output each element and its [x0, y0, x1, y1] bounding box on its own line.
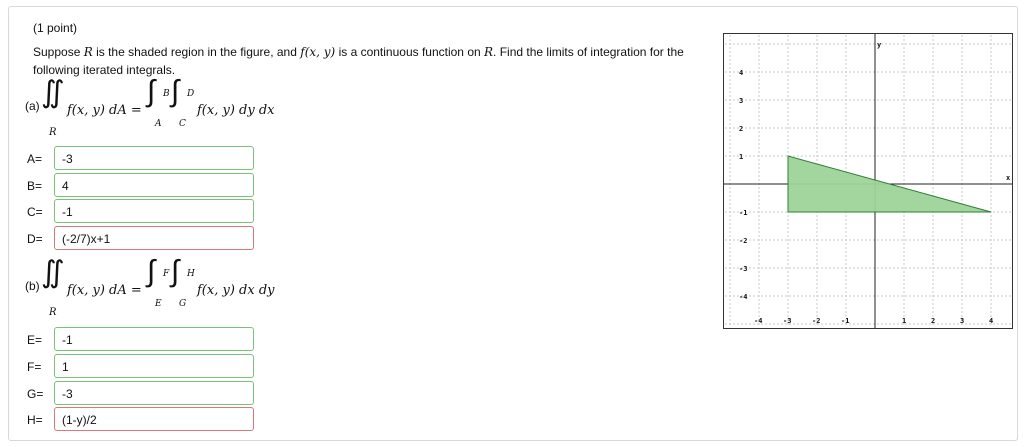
x-tick-label: 3	[960, 317, 964, 325]
inner-lower-limit: G	[179, 299, 187, 309]
label-F: F=	[27, 360, 42, 374]
label-G: G=	[27, 387, 44, 401]
part-a-label: (a)	[25, 99, 40, 113]
region-graph: -4 -3 -2 -1 1 2 3 44321-1-2-3-4 x y	[723, 33, 1013, 329]
answer-field-A[interactable]: -3	[54, 146, 254, 170]
part-b-label: (b)	[25, 279, 40, 293]
integrand: f(x, y) dx dy	[197, 283, 275, 298]
y-tick-label: -3	[739, 265, 747, 273]
label-A: A=	[27, 152, 43, 166]
inner-integral-symbol: ∫	[171, 75, 180, 108]
x-tick-label: 2	[931, 317, 935, 325]
answer-field-C[interactable]: -1	[54, 199, 254, 223]
label-C: C=	[27, 205, 43, 219]
x-tick-label: -4	[754, 317, 762, 325]
x-tick-label: -1	[841, 317, 849, 325]
y-tick-label: -1	[739, 209, 747, 217]
answer-field-F[interactable]: 1	[54, 354, 254, 378]
outer-upper-limit: B	[163, 89, 170, 99]
label-D: D=	[27, 232, 43, 246]
outer-integral-symbol: ∫	[147, 75, 156, 108]
x-tick-label: 4	[989, 317, 993, 325]
y-tick-label: 4	[739, 69, 743, 77]
outer-upper-limit: F	[163, 269, 170, 279]
integrand: f(x, y) dy dx	[197, 103, 275, 118]
answer-field-D[interactable]: (-2/7)x+1	[54, 226, 254, 250]
y-tick-label: 2	[739, 125, 743, 133]
problem-prompt: Suppose R is the shaded region in the fi…	[33, 45, 684, 77]
problem-card: (1 point) Suppose R is the shaded region…	[8, 6, 1018, 441]
answer-field-H[interactable]: (1-y)/2	[54, 407, 254, 431]
lhs-expression: f(x, y) dA =	[67, 283, 142, 298]
region-subscript: R	[49, 307, 57, 318]
answer-field-E[interactable]: -1	[54, 327, 254, 351]
region-subscript: R	[49, 127, 57, 138]
y-tick-label: -4	[739, 293, 747, 301]
y-tick-label: 1	[739, 153, 743, 161]
points-label: (1 point)	[33, 21, 78, 35]
outer-lower-limit: E	[155, 299, 162, 309]
double-integral-symbol: ∬	[41, 76, 65, 109]
inner-integral-symbol: ∫	[171, 255, 180, 288]
x-tick-label: 1	[902, 317, 906, 325]
answer-field-G[interactable]: -3	[54, 381, 254, 405]
label-B: B=	[27, 179, 43, 193]
lhs-expression: f(x, y) dA =	[67, 103, 142, 118]
y-tick-label: -2	[739, 237, 747, 245]
part-a-integral: ∬ R f(x, y) dA = ∫ B A ∫ D C f(x, y) dy …	[39, 75, 299, 138]
outer-integral-symbol: ∫	[147, 255, 156, 288]
x-tick-label: -2	[812, 317, 820, 325]
inner-upper-limit: H	[187, 269, 195, 279]
outer-lower-limit: A	[155, 119, 162, 129]
label-E: E=	[27, 333, 43, 347]
answer-field-B[interactable]: 4	[54, 173, 254, 197]
double-integral-symbol: ∬	[41, 256, 65, 289]
inner-lower-limit: C	[179, 119, 186, 129]
label-H: H=	[27, 413, 43, 427]
part-b-integral: ∬ R f(x, y) dA = ∫ F E ∫ H G f(x, y) dx …	[39, 255, 299, 318]
x-tick-label: -3	[783, 317, 791, 325]
y-tick-label: 3	[739, 97, 743, 105]
inner-upper-limit: D	[187, 89, 195, 99]
